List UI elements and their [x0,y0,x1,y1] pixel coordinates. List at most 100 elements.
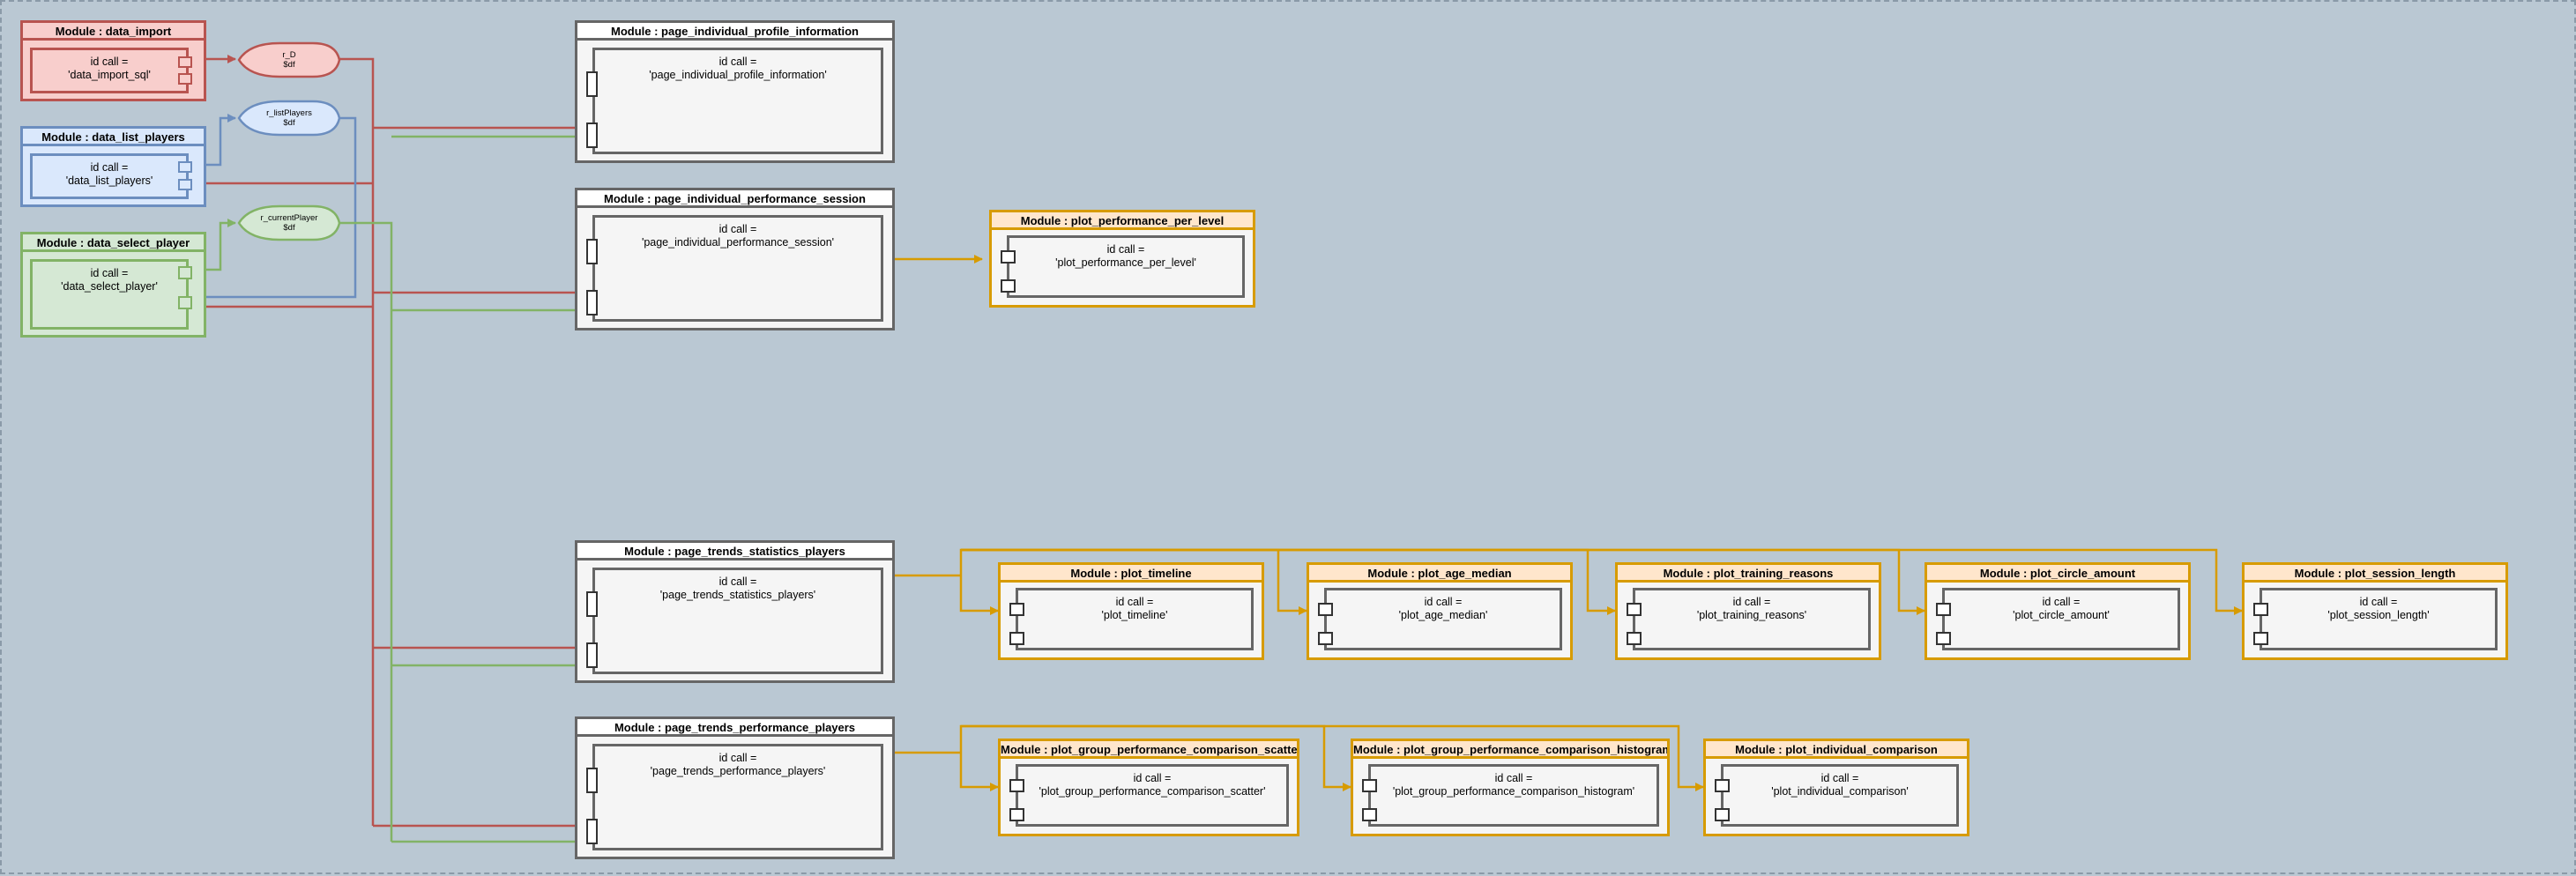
port[interactable] [586,819,598,844]
data-module-data-select-player: Module : data_select_player id call = 'd… [20,232,206,338]
port[interactable] [1362,808,1377,821]
plot-module-individual-comparison: Module : plot_individual_comparison id c… [1703,739,1969,836]
port[interactable] [1627,632,1642,645]
id-call-label: id call = [1424,596,1463,608]
id-call-value: 'plot_individual_comparison' [1771,785,1909,798]
port[interactable] [1715,808,1730,821]
module-body: id call = 'plot_group_performance_compar… [1368,764,1659,827]
module-body: id call = 'plot_performance_per_level' [1007,235,1245,298]
id-call-value: 'page_individual_performance_session' [641,236,835,249]
page-module-individual-profile-information: Module : page_individual_profile_informa… [575,20,895,163]
module-body: id call = 'data_import_sql' [30,48,189,93]
port[interactable] [586,122,598,148]
port[interactable] [586,642,598,668]
port[interactable] [1009,632,1024,645]
plot-module-session-length: Module : plot_session_length id call = '… [2242,562,2508,660]
module-body: id call = 'data_select_player' [30,259,189,330]
module-title: Module : page_individual_performance_ses… [577,190,892,208]
port[interactable] [1936,603,1951,616]
port[interactable] [2253,632,2268,645]
port[interactable] [1362,779,1377,792]
module-title: Module : plot_group_performance_comparis… [1001,741,1297,759]
id-call-value: 'page_individual_profile_information' [649,69,827,81]
port[interactable] [1715,779,1730,792]
plot-module-timeline: Module : plot_timeline id call = 'plot_t… [998,562,1264,660]
reactive-type: $df [283,60,295,70]
id-call-value: 'plot_training_reasons' [1696,609,1807,621]
plot-module-training-reasons: Module : plot_training_reasons id call =… [1615,562,1881,660]
diagram-canvas: Module : data_import id call = 'data_imp… [0,0,2576,874]
id-call-value: 'plot_session_length' [2327,609,2430,621]
output-port[interactable] [178,73,192,85]
module-body: id call = 'plot_session_length' [2260,588,2498,650]
module-title: Module : plot_circle_amount [1927,565,2188,583]
r-currentplayer-connectors [186,132,584,846]
module-body: id call = 'page_trends_performance_playe… [592,744,883,850]
module-title: Module : page_trends_performance_players [577,719,892,737]
port[interactable] [1936,632,1951,645]
plot-module-group-performance-comparison-scatter: Module : plot_group_performance_comparis… [998,739,1299,836]
port[interactable] [1009,808,1024,821]
module-body: id call = 'plot_group_performance_compar… [1016,764,1289,827]
port[interactable] [1318,632,1333,645]
module-body: id call = 'plot_age_median' [1324,588,1562,650]
id-call-label: id call = [718,752,757,764]
port[interactable] [1009,603,1024,616]
id-call-label: id call = [2042,596,2081,608]
id-call-label: id call = [90,161,129,174]
port[interactable] [1001,250,1016,264]
module-body: id call = 'plot_training_reasons' [1633,588,1871,650]
module-title: Module : page_trends_statistics_players [577,543,892,560]
data-module-data-list-players: Module : data_list_players id call = 'da… [20,126,206,207]
id-call-value: 'plot_group_performance_comparison_histo… [1392,785,1635,798]
module-title: Module : page_individual_profile_informa… [577,23,892,41]
reactive-name: r_listPlayers [266,108,312,118]
output-port[interactable] [178,266,192,279]
id-call-label: id call = [1732,596,1771,608]
module-body: id call = 'data_list_players' [30,153,189,199]
port[interactable] [1009,779,1024,792]
port[interactable] [586,768,598,793]
page-plot-connectors [894,255,2243,791]
id-call-label: id call = [1494,772,1533,784]
id-call-value: 'plot_performance_per_level' [1055,256,1196,269]
id-call-value: 'plot_group_performance_comparison_scatt… [1039,785,1266,798]
id-call-label: id call = [2359,596,2398,608]
page-module-individual-performance-session: Module : page_individual_performance_ses… [575,188,895,330]
plot-module-circle-amount: Module : plot_circle_amount id call = 'p… [1925,562,2191,660]
module-body: id call = 'plot_individual_comparison' [1721,764,1959,827]
port[interactable] [1318,603,1333,616]
port[interactable] [586,71,598,97]
module-body: id call = 'page_individual_profile_infor… [592,48,883,154]
plot-module-performance-per-level: Module : plot_performance_per_level id c… [989,210,1255,308]
module-title: Module : data_import [23,23,204,41]
port[interactable] [586,239,598,264]
id-call-value: 'data_select_player' [61,280,158,293]
port[interactable] [586,290,598,316]
data-module-data-import: Module : data_import id call = 'data_imp… [20,20,206,101]
id-call-label: id call = [1133,772,1172,784]
module-title: Module : plot_training_reasons [1618,565,1879,583]
module-title: Module : plot_group_performance_comparis… [1353,741,1667,759]
module-body: id call = 'plot_circle_amount' [1942,588,2180,650]
id-call-value: 'data_import_sql' [68,69,151,81]
plot-module-group-performance-comparison-histogram: Module : plot_group_performance_comparis… [1351,739,1670,836]
input-port[interactable] [178,179,192,190]
output-port[interactable] [178,56,192,68]
port[interactable] [1627,603,1642,616]
port[interactable] [586,591,598,617]
module-body: id call = 'page_trends_statistics_player… [592,568,883,674]
module-title: Module : plot_performance_per_level [992,212,1253,230]
id-call-value: 'plot_circle_amount' [2013,609,2110,621]
module-body: id call = 'page_individual_performance_s… [592,215,883,322]
module-title: Module : plot_individual_comparison [1706,741,1967,759]
output-port[interactable] [178,161,192,173]
id-call-label: id call = [1106,243,1145,256]
id-call-label: id call = [718,575,757,588]
module-body: id call = 'plot_timeline' [1016,588,1254,650]
port[interactable] [2253,603,2268,616]
id-call-label: id call = [90,56,129,68]
id-call-value: 'data_list_players' [65,174,153,187]
input-port[interactable] [178,296,192,309]
port[interactable] [1001,279,1016,293]
